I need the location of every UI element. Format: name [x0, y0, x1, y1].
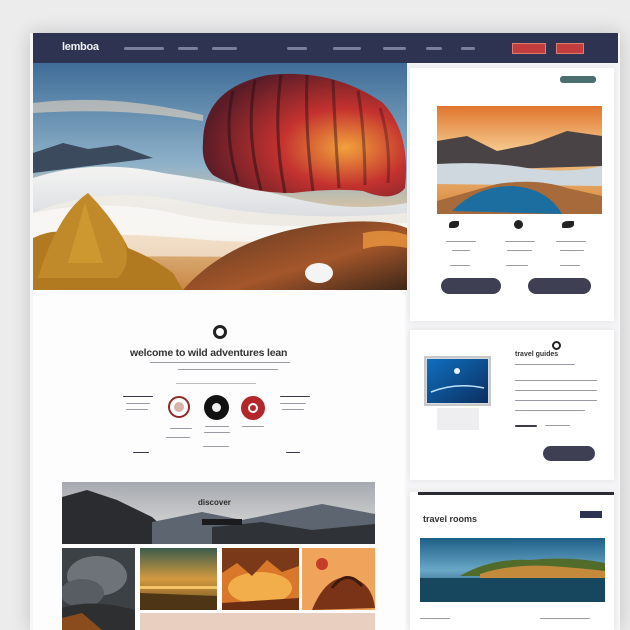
- nav-item-7[interactable]: [426, 47, 442, 50]
- hero-balloon-illustration: [33, 63, 407, 290]
- card-stat-line-3: [450, 265, 470, 266]
- nav-item-4[interactable]: [287, 47, 307, 50]
- video-icon: [552, 341, 561, 350]
- intro-subline: [150, 362, 290, 363]
- nav-item-8[interactable]: [461, 47, 475, 50]
- video-card-title: travel guides: [515, 351, 559, 358]
- mountain-banner-image: [62, 482, 375, 544]
- rooms-card-title: travel rooms: [423, 514, 478, 524]
- hiking-icon: [562, 221, 574, 228]
- feature-left-caption: [133, 452, 149, 453]
- card-button-left[interactable]: [441, 278, 501, 294]
- feature-3-label: [242, 426, 264, 427]
- feature-1-sublabel: [166, 437, 190, 438]
- feature-right-line: [280, 403, 306, 404]
- person-icon: [514, 220, 523, 229]
- video-card-text-4: [515, 410, 585, 411]
- feature-2-sublabel-2: [203, 446, 229, 447]
- card-badge[interactable]: [560, 76, 596, 83]
- nav-signup-button[interactable]: [512, 43, 546, 54]
- card-stat-line-9: [560, 265, 580, 266]
- destination-photo[interactable]: [437, 106, 602, 214]
- nav-item-3[interactable]: [212, 47, 237, 50]
- feature-left-line-2: [126, 409, 148, 410]
- video-card-text-1: [515, 380, 597, 381]
- gallery-tile-1[interactable]: [62, 548, 135, 630]
- feature-2-sublabel: [204, 432, 230, 433]
- rooms-card-topbar: [418, 492, 614, 495]
- feature-right-caption: [286, 452, 300, 453]
- nav-item-5[interactable]: [333, 47, 361, 50]
- feature-left-title: [123, 396, 153, 397]
- video-thumbnail[interactable]: [424, 356, 491, 406]
- card-stat-line-7: [556, 241, 586, 242]
- gallery-tile-3[interactable]: [222, 548, 299, 610]
- nav-item-6[interactable]: [383, 47, 406, 50]
- rooms-photo[interactable]: [420, 538, 605, 602]
- rooms-card-badge[interactable]: [580, 511, 602, 518]
- lake-island-photo: [420, 538, 605, 602]
- feature-2-label: [205, 426, 229, 427]
- video-card-button[interactable]: [543, 446, 595, 461]
- nav-login-button[interactable]: [556, 43, 584, 54]
- rooms-card-line: [420, 618, 450, 619]
- intro-subline-2: [178, 369, 278, 370]
- video-card-text-2: [515, 390, 597, 391]
- hero-image: [33, 63, 407, 290]
- fire-forest-photo: [222, 548, 299, 610]
- feature-icon-2[interactable]: [204, 395, 229, 420]
- gallery-banner-title: discover: [198, 498, 231, 507]
- intro-headline: welcome to wild adventures lean: [130, 347, 288, 359]
- target-icon: [213, 325, 227, 339]
- feature-left-line: [126, 403, 150, 404]
- gallery-banner[interactable]: [62, 482, 375, 544]
- card-stat-line-4: [505, 241, 535, 242]
- card-stat-line-6: [506, 265, 528, 266]
- card-stat-line-2: [452, 250, 470, 251]
- feature-right-line-2: [282, 409, 304, 410]
- card-stat-line-5: [507, 250, 532, 251]
- nav-item-2[interactable]: [178, 47, 198, 50]
- gallery-tile-4[interactable]: [302, 548, 375, 610]
- video-card-line: [515, 364, 575, 365]
- card-stat-line-8: [560, 250, 584, 251]
- sunset-lake-photo: [140, 548, 217, 610]
- video-card-cta-line-2: [545, 425, 570, 426]
- monitor-stand: [437, 408, 479, 430]
- video-card-text-3: [515, 400, 597, 401]
- monitor-screen: [427, 359, 488, 403]
- feature-icon-3[interactable]: [241, 396, 265, 420]
- gallery-row-2-strip: [140, 613, 375, 630]
- feature-1-label: [170, 428, 192, 429]
- feature-icon-1[interactable]: [168, 396, 190, 418]
- section-divider: [176, 383, 256, 384]
- storm-photo: [62, 548, 135, 630]
- mountain-lake-photo: [437, 106, 602, 214]
- rooms-card-line-2: [540, 618, 590, 619]
- autumn-tree-photo: [302, 548, 375, 610]
- plane-icon: [449, 221, 459, 228]
- site-logo[interactable]: lemboa: [62, 41, 99, 53]
- card-stat-line: [446, 241, 476, 242]
- gallery-tile-2[interactable]: [140, 548, 217, 610]
- video-card-cta-line: [515, 425, 537, 427]
- nav-item-1[interactable]: [124, 47, 164, 50]
- feature-right-title: [280, 396, 310, 397]
- card-button-right[interactable]: [528, 278, 591, 294]
